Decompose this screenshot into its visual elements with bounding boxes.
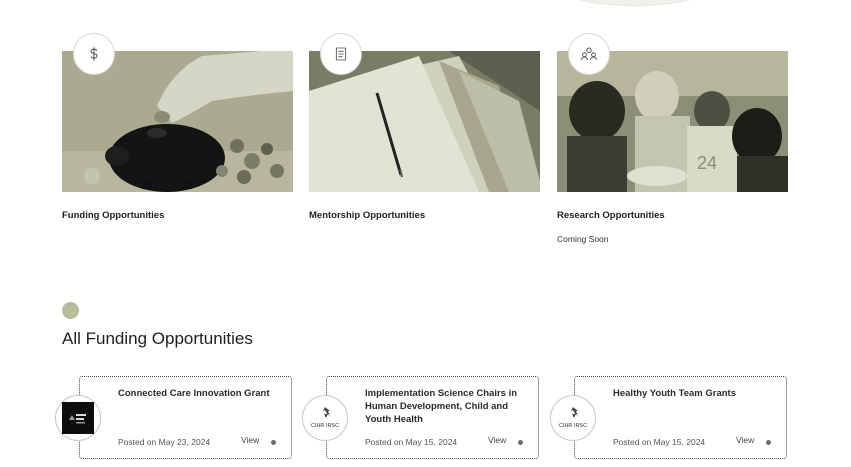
dollar-icon (73, 33, 115, 75)
decorative-arc (560, 0, 710, 6)
posted-date: Posted on May 23, 2024 (118, 437, 211, 447)
view-link[interactable]: View (241, 435, 259, 445)
dot-icon (271, 440, 276, 445)
grant-card[interactable]: CIHR IRSC Implementation Science Chairs … (302, 376, 539, 459)
section-accent-dot (62, 302, 79, 319)
coming-soon-label: Coming Soon (557, 234, 609, 244)
grant-title[interactable]: Healthy Youth Team Grants (613, 387, 781, 400)
dot-icon (766, 440, 771, 445)
view-link[interactable]: View (736, 435, 754, 445)
category-title[interactable]: Mentorship Opportunities (309, 210, 425, 221)
section-title: All Funding Opportunities (62, 329, 253, 348)
organization-logo: CIHR IRSC (302, 395, 348, 441)
svg-text:24: 24 (697, 153, 717, 173)
view-link[interactable]: View (488, 435, 506, 445)
grant-card[interactable]: Connected Care Innovation Grant Posted o… (55, 376, 292, 459)
document-icon (320, 33, 362, 75)
svg-text:CIHR IRSC: CIHR IRSC (311, 423, 339, 429)
category-title[interactable]: Research Opportunities (557, 210, 665, 221)
category-title[interactable]: Funding Opportunities (62, 210, 164, 221)
organization-logo: CIHR IRSC (550, 395, 596, 441)
grant-title[interactable]: Implementation Science Chairs in Human D… (365, 387, 533, 426)
svg-text:CIHR IRSC: CIHR IRSC (559, 423, 587, 429)
posted-date: Posted on May 15, 2024 (613, 437, 706, 447)
organization-logo (55, 395, 101, 441)
people-icon (568, 33, 610, 75)
grant-card[interactable]: CIHR IRSC Healthy Youth Team Grants Post… (550, 376, 787, 459)
posted-date: Posted on May 15, 2024 (365, 437, 458, 447)
grant-title[interactable]: Connected Care Innovation Grant (118, 387, 286, 400)
dot-icon (518, 440, 523, 445)
